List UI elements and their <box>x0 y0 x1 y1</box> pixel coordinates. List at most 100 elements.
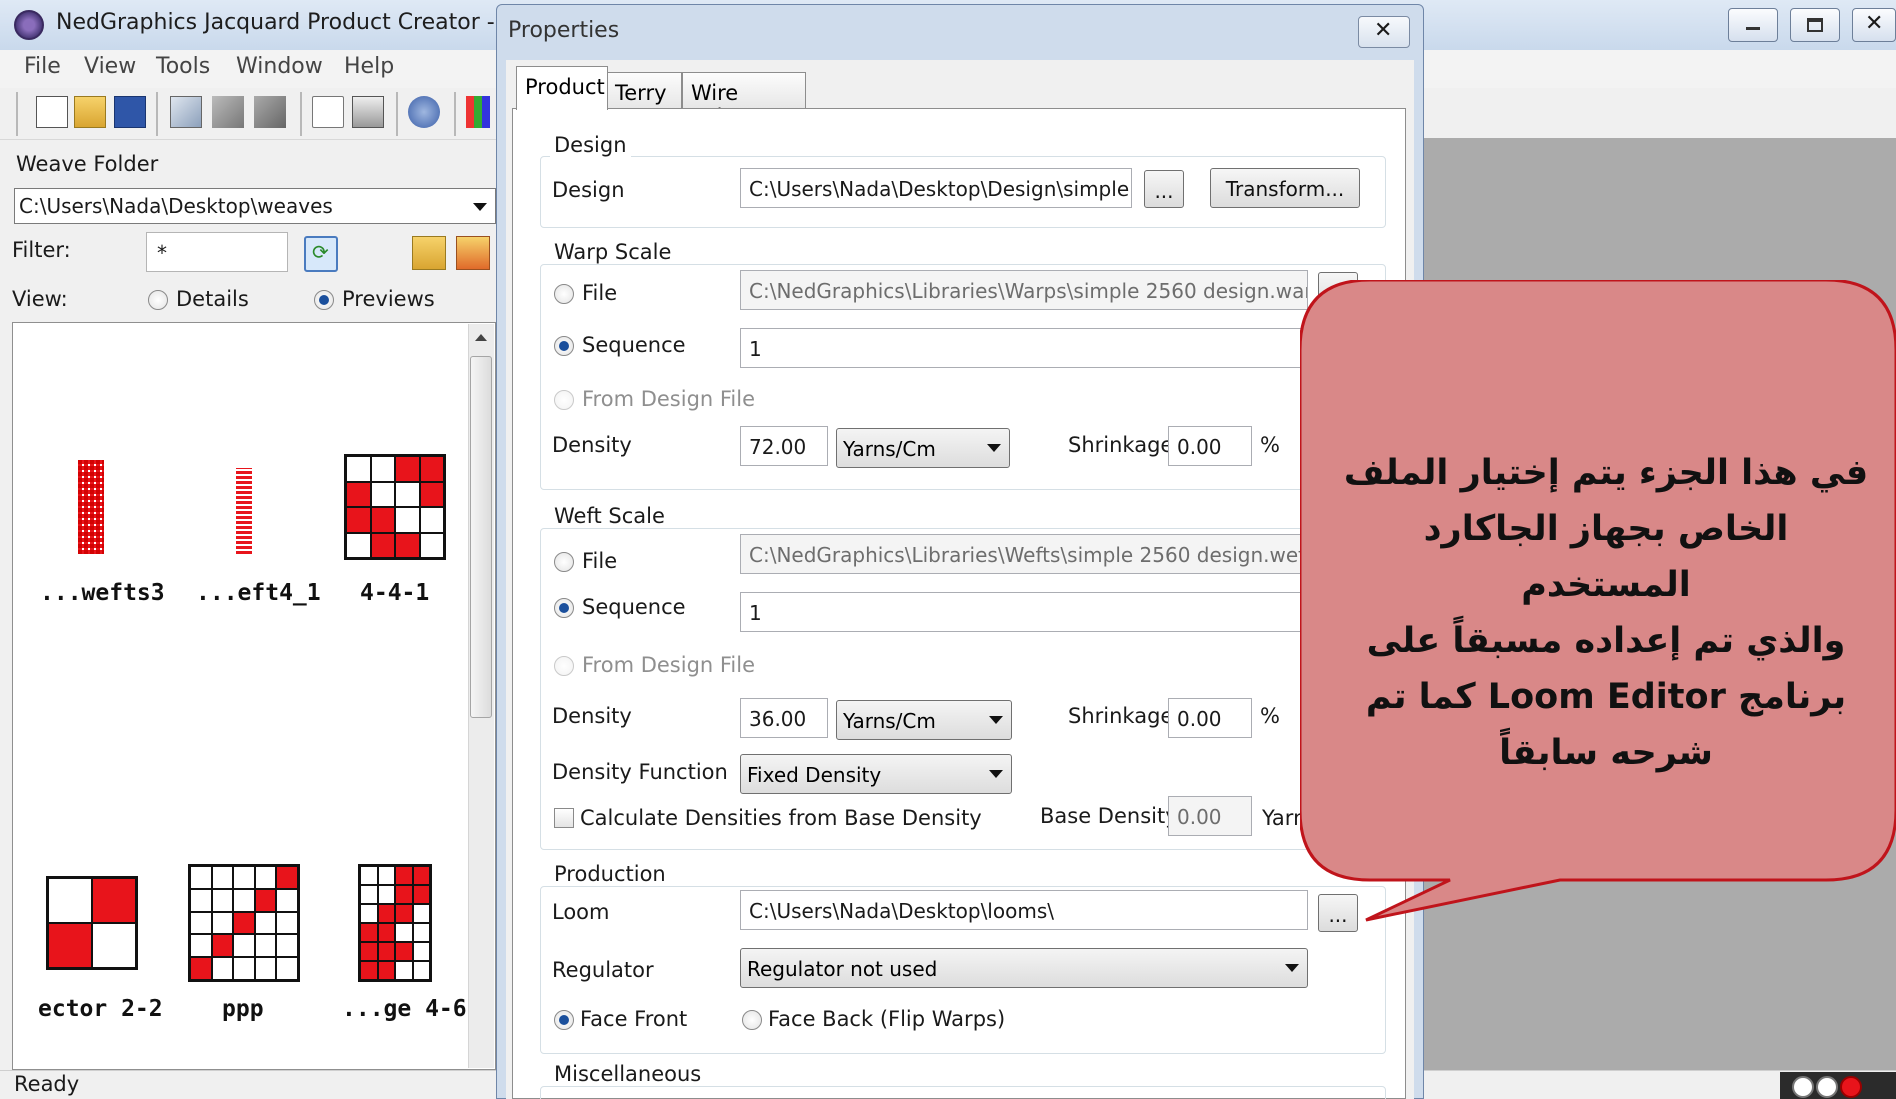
design-group-label: Design <box>550 133 631 157</box>
regulator-select[interactable]: Regulator not used <box>740 948 1308 988</box>
weft-from-design-radio[interactable] <box>554 656 574 676</box>
design-path-field[interactable]: C:\Users\Nada\Desktop\Design\simple 256 <box>740 168 1132 208</box>
weave-thumbnail[interactable] <box>188 864 300 982</box>
menu-file[interactable]: File <box>24 54 61 79</box>
filter-value: * <box>157 241 167 265</box>
warp-percent-label: % <box>1260 433 1280 457</box>
maximize-button[interactable] <box>1790 8 1840 42</box>
weft-shrinkage-field[interactable]: 0.00 <box>1168 698 1252 738</box>
weft-density-field[interactable]: 36.00 <box>740 698 828 738</box>
toolbar-grip <box>16 92 18 136</box>
weave-item-label: ector 2-2 <box>38 996 163 1022</box>
delete-folder-icon[interactable] <box>456 236 490 270</box>
tab-product[interactable]: Product <box>516 66 608 110</box>
view-details-radio[interactable] <box>148 290 168 310</box>
toolbar-separator <box>396 92 398 136</box>
view-details-label: Details <box>176 287 249 311</box>
scroll-up-icon[interactable] <box>475 334 487 341</box>
toolbar-separator <box>156 92 158 136</box>
density-function-select[interactable]: Fixed Density <box>740 754 1012 794</box>
regulator-value: Regulator not used <box>747 957 938 981</box>
new-file-icon[interactable] <box>36 96 68 128</box>
transform-button[interactable]: Transform... <box>1210 168 1360 208</box>
weave-thumbnail[interactable] <box>236 468 252 554</box>
warp-density-unit-select[interactable]: Yarns/Cm <box>836 428 1010 468</box>
open-folder-icon[interactable] <box>74 96 106 128</box>
new-folder-icon[interactable] <box>412 236 446 270</box>
weave-thumbnail[interactable] <box>78 460 104 554</box>
minimize-button[interactable] <box>1728 8 1778 42</box>
calc-densities-checkbox[interactable] <box>554 808 574 828</box>
loom-path-field[interactable]: C:\Users\Nada\Desktop\looms\ <box>740 890 1308 930</box>
weave-folder-combo[interactable]: C:\Users\Nada\Desktop\weaves <box>14 188 496 224</box>
weave-thumbnail[interactable] <box>46 876 138 970</box>
toolbar-separator <box>300 92 302 136</box>
close-icon: ✕ <box>1865 11 1884 36</box>
weft-sequence-label: Sequence <box>582 595 686 619</box>
warp-file-radio[interactable] <box>554 284 574 304</box>
menu-help[interactable]: Help <box>344 54 394 79</box>
weft-scale-label: Weft Scale <box>550 504 669 528</box>
weave-thumbnail[interactable] <box>358 864 432 982</box>
chevron-down-icon <box>473 203 487 211</box>
app-logo-icon <box>14 10 44 40</box>
window-title: NedGraphics Jacquard Product Creator - P… <box>56 10 545 35</box>
weave-item-label: ...ge 4-6 <box>342 996 467 1022</box>
view-previews-radio[interactable] <box>314 290 334 310</box>
view-previews-label: Previews <box>342 287 435 311</box>
misc-group <box>540 1086 1386 1099</box>
minimize-icon <box>1746 27 1760 30</box>
weft-sequence-field[interactable]: 1 <box>740 592 1308 632</box>
warp-shrinkage-field[interactable]: 0.00 <box>1168 426 1252 466</box>
save-icon[interactable] <box>114 96 146 128</box>
chevron-down-icon <box>989 770 1003 778</box>
menu-window[interactable]: Window <box>236 54 323 79</box>
weft-file-radio[interactable] <box>554 552 574 572</box>
warp-file-label: File <box>582 281 618 305</box>
warp-density-unit: Yarns/Cm <box>843 437 936 461</box>
status-text: Ready <box>14 1072 80 1096</box>
weave-item-label: ppp <box>222 996 264 1022</box>
dialog-close-button[interactable]: ✕ <box>1358 16 1410 48</box>
base-density-field[interactable]: 0.00 <box>1168 796 1252 836</box>
weft-density-unit-select[interactable]: Yarns/Cm <box>836 700 1012 740</box>
status-light-icon <box>1816 1076 1838 1098</box>
warp-from-design-radio[interactable] <box>554 390 574 410</box>
callout-line: الخاص بجهاز الجاكارد المستخدم <box>1423 509 1789 605</box>
warp-sequence-radio[interactable] <box>554 336 574 356</box>
color-palette-icon[interactable] <box>466 96 490 128</box>
design-browse-button[interactable]: ... <box>1144 170 1184 208</box>
tab-wire-velvet[interactable]: Wire Velvet <box>682 72 806 129</box>
warp-file-field[interactable]: C:\NedGraphics\Libraries\Warps\simple 25… <box>740 270 1308 310</box>
design-label: Design <box>552 178 625 202</box>
face-back-radio[interactable] <box>742 1010 762 1030</box>
warp-density-label: Density <box>552 433 632 457</box>
tab-terry[interactable]: Terry <box>606 72 682 110</box>
print-preview-icon[interactable] <box>312 96 344 128</box>
print-icon[interactable] <box>352 96 384 128</box>
menu-tools[interactable]: Tools <box>156 54 210 79</box>
menu-view[interactable]: View <box>84 54 136 79</box>
weft-file-field[interactable]: C:\NedGraphics\Libraries\Wefts\simple 25… <box>740 534 1308 574</box>
callout-line: والذي تم إعداده مسبقاً على <box>1366 621 1846 661</box>
import-icon[interactable] <box>212 96 244 128</box>
weft-sequence-radio[interactable] <box>554 598 574 618</box>
chevron-down-icon <box>1285 964 1299 972</box>
scrollbar-thumb[interactable] <box>470 356 492 718</box>
toolbar-separator <box>454 92 456 136</box>
refresh-button[interactable]: ⟳ <box>304 236 338 272</box>
chevron-down-icon <box>987 444 1001 452</box>
loom-label: Loom <box>552 900 610 924</box>
weft-shrinkage-label: Shrinkage <box>1068 704 1174 728</box>
weave-thumbnail[interactable] <box>344 454 446 560</box>
warp-density-field[interactable]: 72.00 <box>740 426 828 466</box>
warp-sequence-field[interactable]: 1 <box>740 328 1308 368</box>
face-front-radio[interactable] <box>554 1010 574 1030</box>
help-globe-icon[interactable] <box>408 96 440 128</box>
production-label: Production <box>550 862 670 886</box>
filter-input[interactable]: * <box>146 232 288 272</box>
export-icon[interactable] <box>254 96 286 128</box>
properties-icon[interactable] <box>170 96 202 128</box>
density-function-label: Density Function <box>552 760 728 784</box>
close-button[interactable]: ✕ <box>1852 8 1896 42</box>
